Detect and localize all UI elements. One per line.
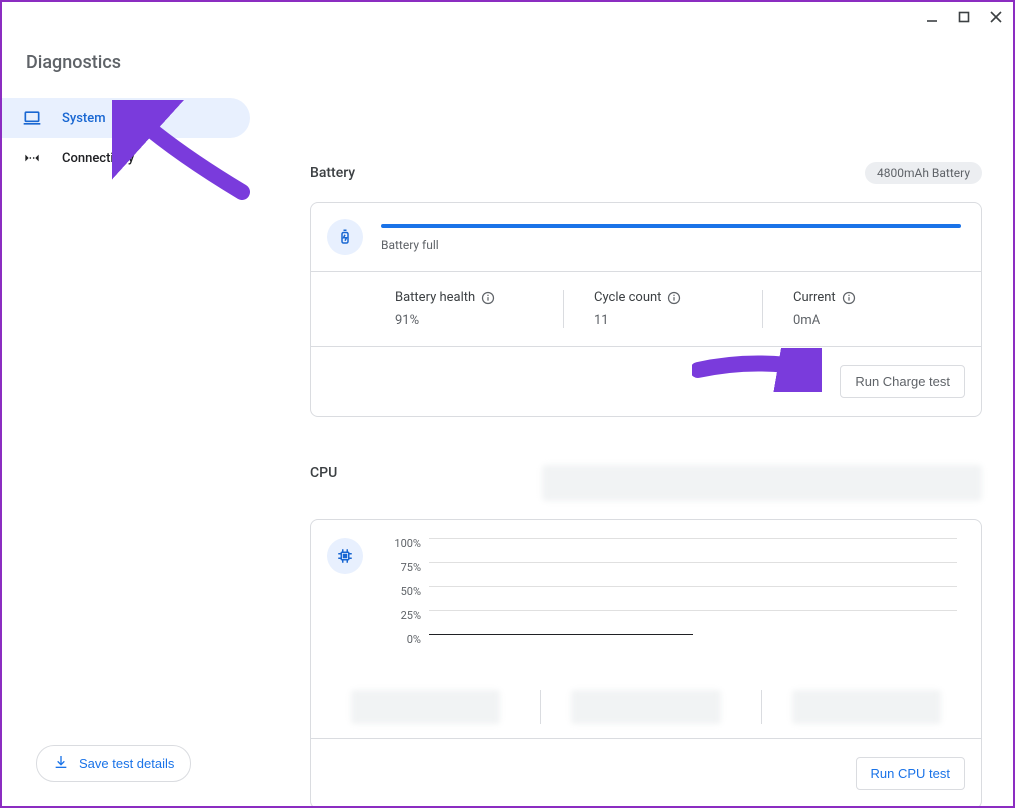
battery-section-header: Battery 4800mAh Battery xyxy=(310,162,982,184)
redacted-metric xyxy=(351,690,500,724)
minimize-button[interactable] xyxy=(923,8,941,26)
page-title: Diagnostics xyxy=(26,52,121,73)
y-tick: 100% xyxy=(381,538,421,562)
cpu-graph: 100% 75% 50% 25% 0% xyxy=(381,538,961,658)
cpu-icon xyxy=(327,538,363,574)
battery-section-title: Battery xyxy=(310,165,355,181)
cpu-section-title: CPU xyxy=(310,465,337,481)
metric-value: 91% xyxy=(395,313,543,328)
redacted-metric xyxy=(792,690,941,724)
window-controls xyxy=(923,8,1005,26)
sidebar: System Connectivity xyxy=(2,98,250,178)
y-tick: 0% xyxy=(381,634,421,658)
cpu-metrics xyxy=(311,676,981,738)
cpu-section-header: CPU xyxy=(310,465,982,501)
sidebar-item-system[interactable]: System xyxy=(2,98,250,138)
metric-label: Cycle count xyxy=(594,290,661,305)
info-icon[interactable] xyxy=(481,291,495,305)
metric-label: Battery health xyxy=(395,290,475,305)
battery-metrics: Battery health 91% Cycle count 11 Curren… xyxy=(311,271,981,346)
info-icon[interactable] xyxy=(667,291,681,305)
battery-status-text: Battery full xyxy=(381,238,961,252)
close-button[interactable] xyxy=(987,8,1005,26)
sidebar-item-label: Connectivity xyxy=(62,151,134,166)
save-button-label: Save test details xyxy=(79,756,174,771)
redacted-metric xyxy=(571,690,720,724)
ethernet-icon xyxy=(22,148,42,168)
laptop-icon xyxy=(22,108,42,128)
sidebar-item-label: System xyxy=(62,111,106,126)
metric-value: 0mA xyxy=(793,313,941,328)
run-charge-test-button[interactable]: Run Charge test xyxy=(840,365,965,398)
y-tick: 50% xyxy=(381,586,421,610)
metric-value: 11 xyxy=(594,313,742,328)
battery-icon xyxy=(327,219,363,255)
redacted-cpu-model xyxy=(542,465,982,501)
cpu-card: 100% 75% 50% 25% 0% xyxy=(310,519,982,808)
y-tick: 75% xyxy=(381,562,421,586)
run-cpu-test-button[interactable]: Run CPU test xyxy=(856,757,965,790)
info-icon[interactable] xyxy=(842,291,856,305)
battery-card: Battery full Battery health 91% Cycle co… xyxy=(310,202,982,417)
metric-label: Current xyxy=(793,290,836,305)
battery-capacity-chip: 4800mAh Battery xyxy=(865,162,982,184)
battery-progress-bar xyxy=(381,224,961,228)
y-tick: 25% xyxy=(381,610,421,634)
download-icon xyxy=(53,754,69,773)
save-test-details-button[interactable]: Save test details xyxy=(36,745,191,782)
main-content: Battery 4800mAh Battery Battery full Bat… xyxy=(310,162,982,808)
sidebar-item-connectivity[interactable]: Connectivity xyxy=(2,138,250,178)
maximize-button[interactable] xyxy=(955,8,973,26)
